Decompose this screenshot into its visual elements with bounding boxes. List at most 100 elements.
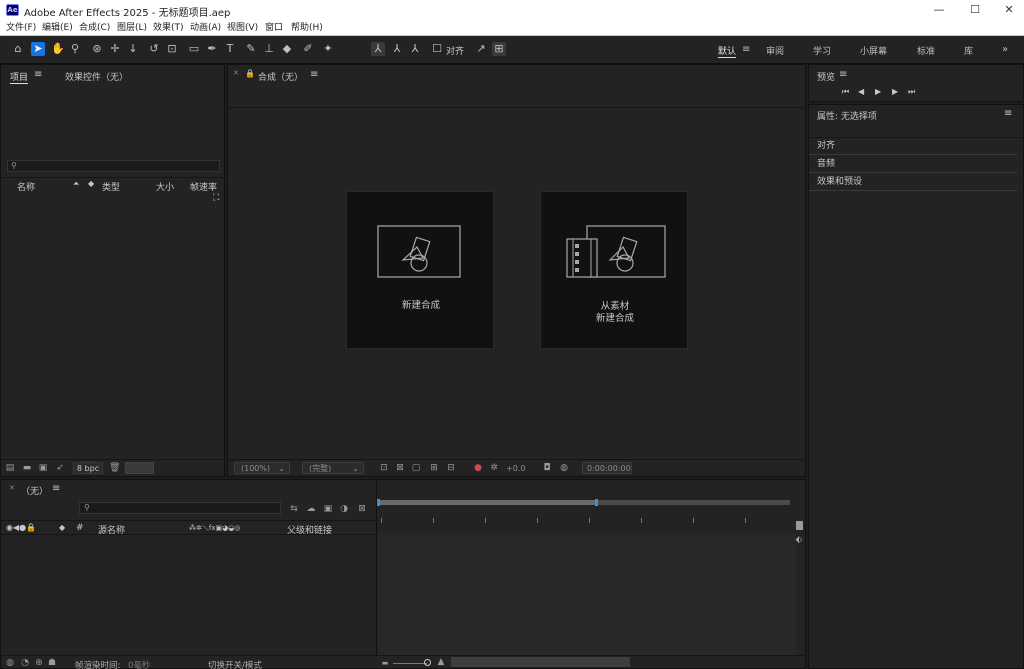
menu-view[interactable]: 视图(V) bbox=[227, 20, 258, 36]
close-button[interactable]: ✕ bbox=[992, 0, 1024, 20]
work-area-end-handle[interactable] bbox=[595, 499, 598, 506]
flowchart-icon[interactable]: ⛶ bbox=[213, 193, 219, 203]
workspace-default[interactable]: 默认 bbox=[718, 44, 737, 58]
section-audio[interactable]: 音频 bbox=[809, 156, 1017, 173]
column-size[interactable]: 大小 bbox=[156, 180, 174, 193]
exposure-value[interactable]: +0.0 bbox=[506, 464, 525, 473]
3d-view-icon[interactable]: ⊟ bbox=[446, 463, 456, 473]
resolution-dropdown[interactable]: (完整) ⌄ bbox=[302, 462, 364, 474]
comp-flowchart-icon[interactable]: ⇆ bbox=[289, 504, 299, 514]
exposure-reset-icon[interactable]: ✲ bbox=[489, 463, 499, 473]
tab-composition[interactable]: 合成（无） bbox=[258, 70, 303, 83]
workspace-small-screen[interactable]: 小屏幕 bbox=[860, 44, 887, 57]
menu-effect[interactable]: 效果(T) bbox=[153, 20, 184, 36]
column-framerate[interactable]: 帧速率 bbox=[190, 180, 217, 193]
project-search-input[interactable]: ⚲ bbox=[7, 160, 220, 172]
new-composition-card[interactable]: 新建合成 bbox=[346, 191, 494, 349]
av-features-icons[interactable]: ◉◀●🔒 bbox=[6, 523, 36, 532]
zoom-out-mountain-icon[interactable]: ▬ bbox=[380, 658, 390, 668]
workspace-menu-icon[interactable]: ≡ bbox=[742, 44, 750, 55]
layer-switches-icons[interactable]: ⁂✲＼fx▣◕◒◎ bbox=[189, 523, 240, 533]
timecode-display[interactable]: 0:00:00:00 bbox=[582, 462, 632, 474]
mask-visibility-icon[interactable]: ▢ bbox=[411, 463, 421, 473]
rectangle-tool-icon[interactable]: ▭ bbox=[187, 42, 201, 56]
shy-layers-icon[interactable]: ☁ bbox=[306, 504, 316, 514]
timeline-track-area[interactable] bbox=[378, 533, 796, 656]
menu-file[interactable]: 文件(F) bbox=[6, 20, 36, 36]
world-axis-icon[interactable]: ⅄ bbox=[390, 42, 404, 56]
new-composition-icon[interactable]: ▣ bbox=[38, 463, 48, 473]
graph-editor-icon[interactable]: ⊠ bbox=[357, 504, 367, 514]
tab-timeline[interactable]: （无） bbox=[21, 484, 48, 497]
label-tag-icon[interactable]: ◆ bbox=[88, 179, 94, 188]
motion-blur-icon[interactable]: ◑ bbox=[339, 504, 349, 514]
timeline-scrollbar[interactable] bbox=[451, 657, 630, 667]
anchor-tool-icon[interactable]: ⊡ bbox=[165, 42, 179, 56]
menu-edit[interactable]: 编辑(E) bbox=[42, 20, 73, 36]
prev-frame-icon[interactable]: ◀ bbox=[858, 87, 864, 96]
rotate-tool-icon[interactable]: ↺ bbox=[147, 42, 161, 56]
zoom-in-mountain-icon[interactable]: ▲ bbox=[436, 657, 446, 667]
home-icon[interactable]: ⌂ bbox=[11, 42, 25, 56]
snapshot-camera-icon[interactable]: ◘ bbox=[542, 463, 552, 473]
align-checkbox[interactable]: ☐ bbox=[430, 42, 444, 56]
dolly-camera-icon[interactable]: ↓ bbox=[126, 42, 140, 56]
zoom-dropdown[interactable]: (100%) ⌄ bbox=[234, 462, 290, 474]
orbit-camera-icon[interactable]: ⊛ bbox=[90, 42, 104, 56]
minimize-button[interactable]: — bbox=[922, 0, 956, 20]
color-channels-icon[interactable]: ● bbox=[473, 463, 483, 473]
project-menu-icon[interactable]: ≡ bbox=[34, 69, 42, 80]
local-axis-icon[interactable]: ⅄ bbox=[371, 42, 385, 56]
close-tab-icon[interactable]: ✕ bbox=[9, 484, 15, 492]
transparency-grid-icon[interactable]: ⊠ bbox=[395, 463, 405, 473]
interpret-footage-icon[interactable]: ▤ bbox=[5, 463, 15, 473]
properties-menu-icon[interactable]: ≡ bbox=[1004, 108, 1012, 119]
in-out-toggle-icon[interactable]: ◔ bbox=[20, 658, 30, 668]
tab-project[interactable]: 项目 bbox=[10, 70, 29, 84]
time-ruler[interactable] bbox=[378, 518, 790, 524]
menu-layer[interactable]: 图层(L) bbox=[117, 20, 147, 36]
workspace-library[interactable]: 库 bbox=[964, 44, 973, 57]
roto-brush-icon[interactable]: ✐ bbox=[301, 42, 315, 56]
menu-composition[interactable]: 合成(C) bbox=[79, 20, 110, 36]
column-layer-number[interactable]: # bbox=[76, 523, 84, 533]
zoom-slider-track[interactable] bbox=[393, 663, 427, 664]
selection-tool-icon[interactable]: ➤ bbox=[31, 42, 45, 56]
puppet-pin-icon[interactable]: ✦ bbox=[321, 42, 335, 56]
trash-icon[interactable]: 🗑 bbox=[109, 463, 120, 473]
work-area-bar[interactable] bbox=[377, 499, 790, 506]
section-align[interactable]: 对齐 bbox=[809, 138, 1017, 155]
menu-help[interactable]: 帮助(H) bbox=[291, 20, 323, 36]
layer-search-input[interactable]: ⚲ bbox=[79, 502, 281, 514]
frame-blending-icon[interactable]: ▣ bbox=[323, 504, 333, 514]
switch-toggle-icon[interactable]: ☗ bbox=[47, 658, 57, 668]
brush-tool-icon[interactable]: ✎ bbox=[244, 42, 258, 56]
clone-stamp-icon[interactable]: ⊥ bbox=[262, 42, 276, 56]
menu-window[interactable]: 窗口 bbox=[265, 20, 283, 36]
toggle-switches-modes[interactable]: 切换开关/模式 bbox=[208, 659, 262, 669]
stretch-toggle-icon[interactable]: ⊕ bbox=[34, 658, 44, 668]
workspace-review[interactable]: 审阅 bbox=[766, 44, 784, 57]
workspace-standard[interactable]: 标准 bbox=[917, 44, 935, 57]
render-queue-icon[interactable]: ➶ bbox=[55, 463, 65, 473]
tab-effects-controls[interactable]: 效果控件（无） bbox=[65, 70, 128, 83]
first-frame-icon[interactable]: ⏮ bbox=[842, 87, 849, 97]
preview-menu-icon[interactable]: ≡ bbox=[839, 69, 847, 80]
section-effects-presets[interactable]: 效果和预设 bbox=[809, 174, 1017, 191]
work-area-start-handle[interactable] bbox=[377, 499, 380, 506]
menu-animation[interactable]: 动画(A) bbox=[190, 20, 221, 36]
hand-tool-icon[interactable]: ✋ bbox=[51, 42, 65, 56]
lock-icon[interactable]: 🔒 bbox=[245, 69, 255, 78]
sort-up-icon[interactable]: ⏶ bbox=[73, 179, 79, 189]
region-of-interest-icon[interactable]: ⊡ bbox=[379, 463, 389, 473]
workspace-more-icon[interactable]: » bbox=[1002, 44, 1008, 55]
show-snapshot-icon[interactable]: ◍ bbox=[559, 463, 569, 473]
comp-marker-bin-icon[interactable] bbox=[796, 521, 803, 530]
snap-tool-icon[interactable]: ↗ bbox=[474, 42, 488, 56]
maximize-button[interactable]: ☐ bbox=[958, 0, 992, 20]
zoom-slider-thumb[interactable] bbox=[424, 659, 431, 666]
new-folder-icon[interactable]: ▬ bbox=[22, 463, 32, 473]
column-type[interactable]: 类型 bbox=[102, 180, 120, 193]
pan-camera-icon[interactable]: ✛ bbox=[108, 42, 122, 56]
pen-tool-icon[interactable]: ✒ bbox=[205, 42, 219, 56]
